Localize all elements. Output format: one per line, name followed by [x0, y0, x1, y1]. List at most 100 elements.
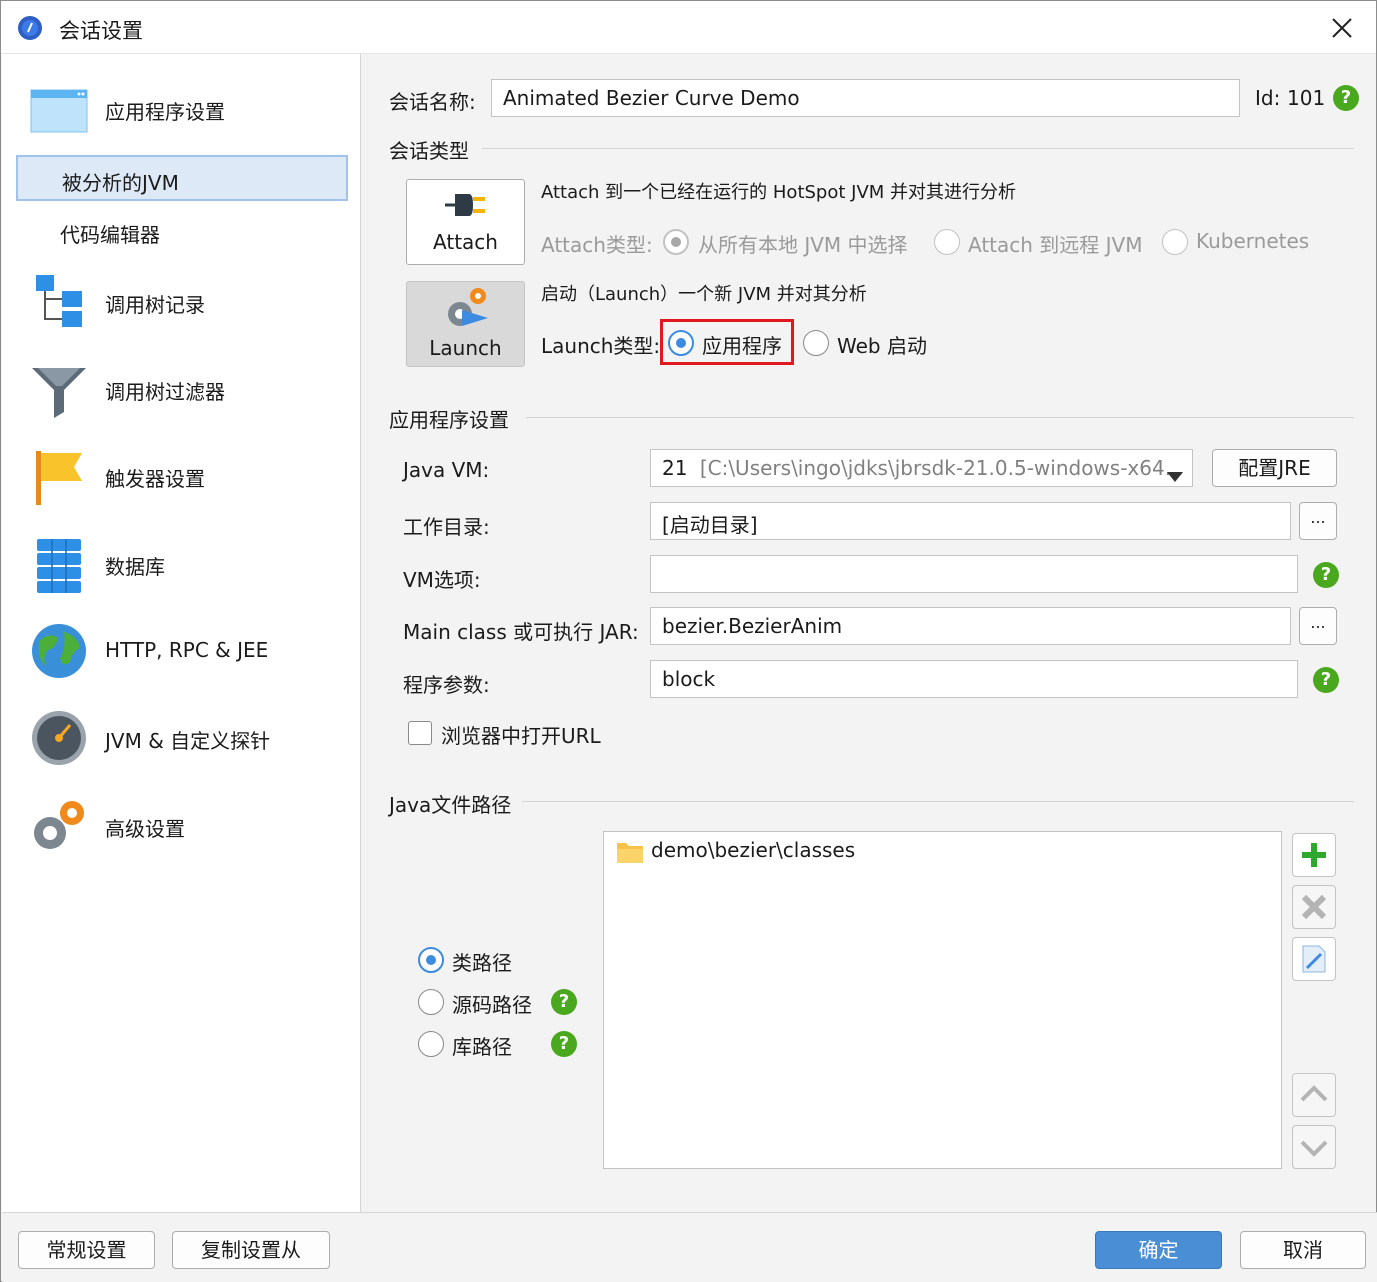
list-item[interactable]: demo\bezier\classes: [614, 836, 1254, 866]
filter-icon: [30, 360, 88, 418]
sidebar-item-label: 调用树记录: [105, 293, 205, 317]
attach-remote-radio[interactable]: [934, 229, 960, 255]
java-paths-title: Java文件路径: [389, 793, 512, 817]
session-type-title: 会话类型: [389, 139, 469, 163]
java-vm-label: Java VM:: [403, 458, 490, 482]
add-path-button[interactable]: [1292, 833, 1336, 877]
launch-description: 启动（Launch）一个新 JVM 并对其分析: [541, 284, 867, 305]
title-bar: 会话设置: [1, 1, 1376, 54]
chevron-down-icon: [1300, 1140, 1328, 1157]
launch-web-radio[interactable]: [803, 330, 829, 356]
sidebar-item-advanced[interactable]: 高级设置: [2, 791, 361, 861]
globe-icon: [30, 622, 88, 680]
folder-icon: [616, 840, 644, 864]
path-list[interactable]: demo\bezier\classes: [603, 831, 1282, 1169]
help-icon[interactable]: ?: [1333, 85, 1359, 111]
sidebar-item-code-editor[interactable]: 代码编辑器: [16, 209, 348, 255]
move-down-button[interactable]: [1292, 1125, 1336, 1169]
divider: [526, 417, 1354, 418]
sidebar-item-label: 代码编辑器: [60, 223, 160, 247]
sidebar-item-label: 应用程序设置: [105, 100, 225, 124]
remove-path-button[interactable]: [1292, 885, 1336, 929]
sidebar-item-label: 数据库: [105, 555, 165, 579]
sidebar-item-http-rpc-jee[interactable]: HTTP, RPC & JEE: [2, 616, 361, 686]
plug-icon: [443, 188, 489, 222]
attach-button-label: Attach: [433, 230, 498, 254]
help-icon[interactable]: ?: [1313, 562, 1339, 588]
session-id-value: 101: [1287, 86, 1326, 110]
sidebar-item-profiled-jvm[interactable]: 被分析的JVM: [16, 155, 348, 201]
sidebar-item-app-settings[interactable]: 应用程序设置: [2, 74, 361, 144]
classpath-label: 类路径: [452, 951, 512, 975]
attach-local-label: 从所有本地 JVM 中选择: [698, 233, 908, 257]
footer: 常规设置 复制设置从 确定 取消: [2, 1212, 1377, 1282]
sidebar-item-label: 触发器设置: [105, 467, 205, 491]
ok-button[interactable]: 确定: [1095, 1231, 1222, 1269]
flag-icon: [30, 447, 88, 505]
launch-web-label: Web 启动: [837, 334, 927, 358]
sidebar-item-triggers[interactable]: 触发器设置: [2, 441, 361, 511]
main-class-input[interactable]: bezier.BezierAnim: [650, 607, 1291, 645]
classpath-radio[interactable]: [418, 947, 444, 973]
sidebar-item-databases[interactable]: 数据库: [2, 529, 361, 599]
launch-icon: [444, 286, 490, 330]
app-settings-icon: [30, 80, 88, 138]
sidebar-item-call-tree-filters[interactable]: 调用树过滤器: [2, 354, 361, 424]
sidebar-item-label: JVM & 自定义探针: [105, 729, 271, 753]
vm-options-input[interactable]: [650, 555, 1298, 593]
session-name-label: 会话名称:: [389, 90, 476, 114]
copy-settings-button[interactable]: 复制设置从: [172, 1231, 330, 1269]
session-name-input[interactable]: Animated Bezier Curve Demo: [491, 79, 1240, 117]
sidebar-item-label: 高级设置: [105, 817, 185, 841]
main-class-label: Main class 或可执行 JAR:: [403, 620, 639, 644]
sidebar-item-label: 调用树过滤器: [105, 380, 225, 404]
attach-remote-label: Attach 到远程 JVM: [968, 233, 1143, 257]
general-settings-button[interactable]: 常规设置: [18, 1231, 155, 1269]
workdir-browse-button[interactable]: ...: [1299, 502, 1337, 540]
sourcepath-radio[interactable]: [418, 989, 444, 1015]
main-panel: 会话名称: Animated Bezier Curve Demo Id: 101…: [362, 54, 1376, 1212]
close-icon[interactable]: [1329, 15, 1355, 41]
window-title: 会话设置: [59, 19, 143, 43]
librarypath-radio[interactable]: [418, 1031, 444, 1057]
attach-local-radio[interactable]: [663, 229, 689, 255]
attach-type-label: Attach类型:: [541, 233, 653, 257]
edit-path-button[interactable]: [1292, 937, 1336, 981]
session-id-label: Id:: [1255, 86, 1281, 110]
java-vm-select[interactable]: 21 [C:\Users\ingo\jdks\jbrsdk-21.0.5-win…: [650, 449, 1193, 487]
sidebar-item-label: 被分析的JVM: [62, 171, 179, 195]
gauge-icon: [30, 709, 88, 767]
librarypath-label: 库路径: [452, 1035, 512, 1059]
help-icon[interactable]: ?: [551, 1031, 577, 1057]
call-tree-icon: [30, 273, 88, 331]
divider: [482, 148, 1354, 149]
program-args-input[interactable]: block: [650, 660, 1298, 698]
chevron-down-icon: [1167, 463, 1183, 482]
attach-button[interactable]: Attach: [406, 179, 525, 265]
document-icon: [1302, 945, 1326, 973]
configure-jre-button[interactable]: 配置JRE: [1212, 449, 1337, 487]
main-class-browse-button[interactable]: ...: [1299, 607, 1337, 645]
app-settings-title: 应用程序设置: [389, 408, 509, 432]
path-entry-label: demo\bezier\classes: [651, 838, 856, 862]
attach-kubernetes-radio[interactable]: [1162, 229, 1188, 255]
launch-button-label: Launch: [429, 336, 502, 360]
help-icon[interactable]: ?: [551, 989, 577, 1015]
help-icon[interactable]: ?: [1313, 667, 1339, 693]
launch-app-label: 应用程序: [702, 334, 782, 358]
sidebar: 应用程序设置 被分析的JVM 代码编辑器 调用树记录 调用树过滤器 触发器设置: [2, 54, 361, 1212]
move-up-button[interactable]: [1292, 1073, 1336, 1117]
workdir-label: 工作目录:: [403, 515, 490, 539]
gears-icon: [30, 797, 88, 855]
open-url-checkbox[interactable]: [408, 721, 432, 745]
workdir-input[interactable]: [启动目录]: [650, 502, 1291, 540]
program-args-label: 程序参数:: [403, 673, 490, 697]
chevron-up-icon: [1300, 1085, 1328, 1102]
sidebar-item-jvm-probes[interactable]: JVM & 自定义探针: [2, 703, 361, 773]
cancel-button[interactable]: 取消: [1240, 1231, 1366, 1269]
app-logo-icon: [17, 15, 43, 41]
open-url-label: 浏览器中打开URL: [441, 724, 601, 748]
launch-button[interactable]: Launch: [406, 281, 525, 367]
launch-app-radio[interactable]: [668, 330, 694, 356]
sidebar-item-call-tree-recording[interactable]: 调用树记录: [2, 267, 361, 337]
